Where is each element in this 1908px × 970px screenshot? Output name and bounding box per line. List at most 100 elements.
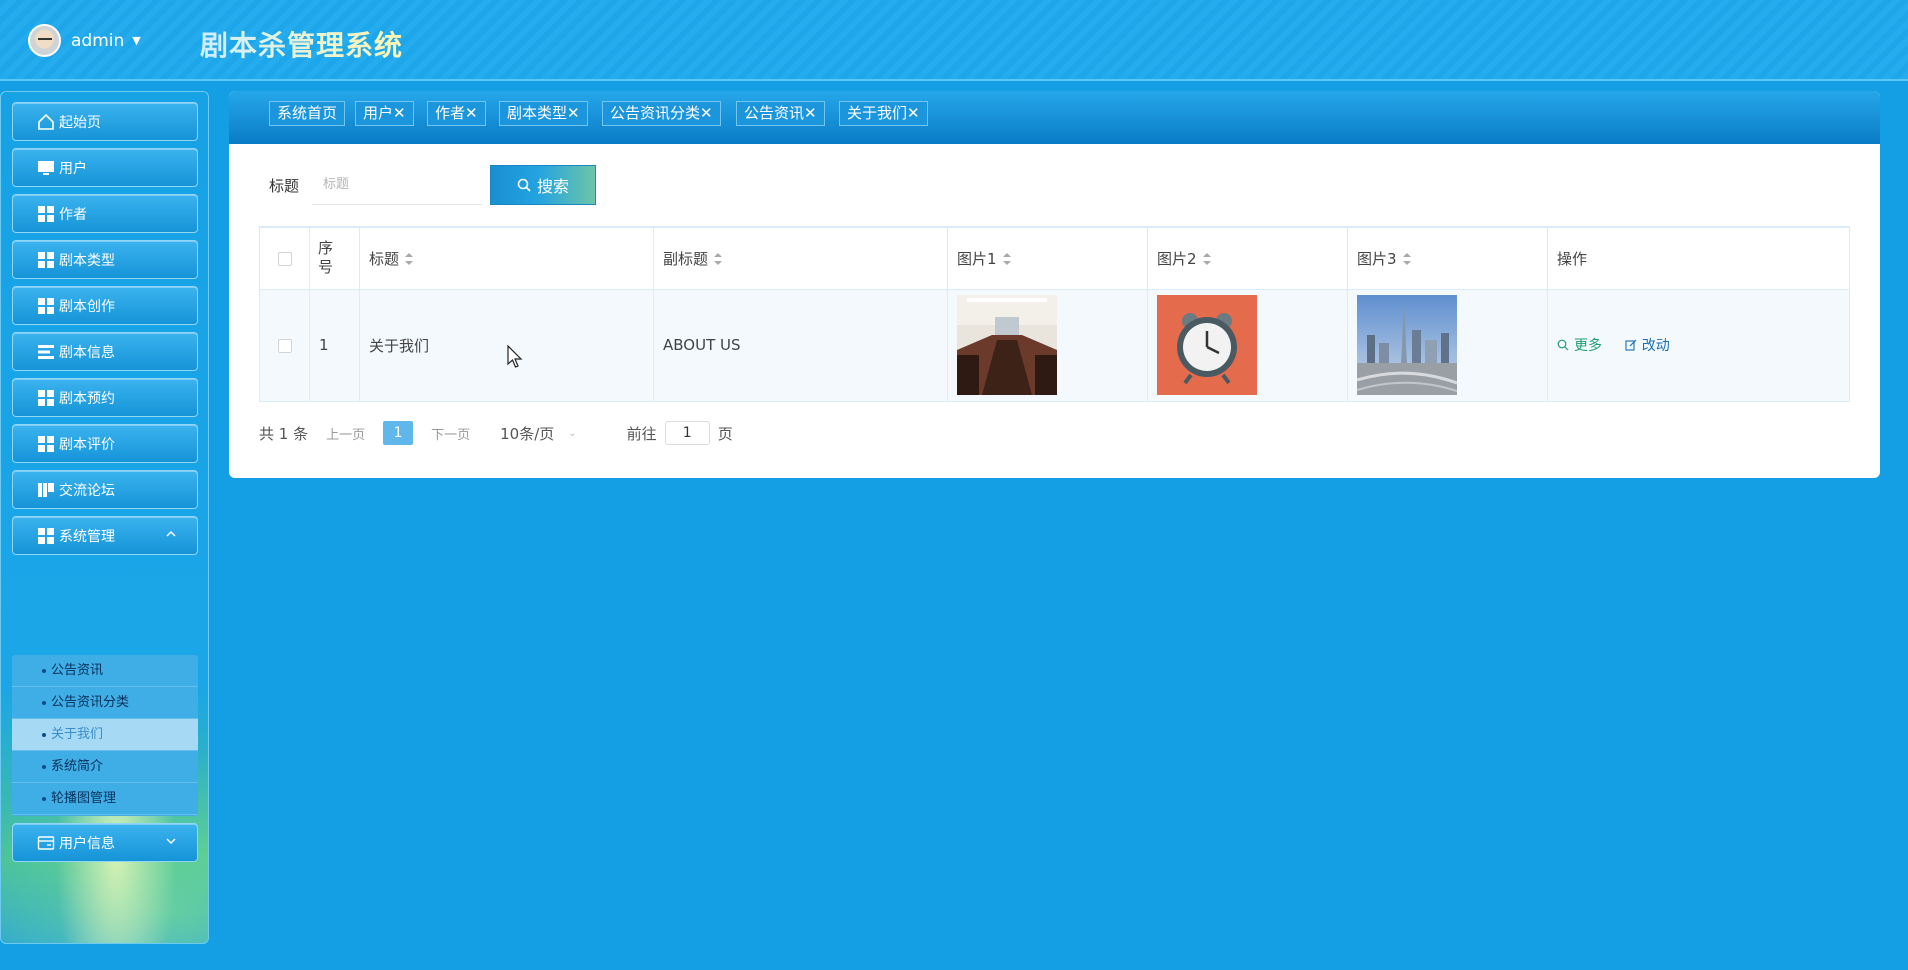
sort-icon[interactable] xyxy=(1402,253,1411,266)
caret-down-icon[interactable]: ▼ xyxy=(132,34,140,47)
cell-pic1 xyxy=(947,288,1148,402)
search-button-label: 搜索 xyxy=(536,177,569,196)
sidebar-item-label: 交流论坛 xyxy=(59,482,115,499)
page-size-select[interactable]: 10条/页 ⌄ xyxy=(500,423,577,444)
app-title: 剧本杀管理系统 xyxy=(200,24,403,64)
header-pic3[interactable]: 图片3 xyxy=(1347,226,1548,290)
sidebar-item-script-info[interactable]: 剧本信息 xyxy=(12,332,198,371)
search-button[interactable]: 搜索 xyxy=(490,165,596,205)
header-checkbox-cell xyxy=(259,226,310,290)
next-page-button[interactable]: 下一页 xyxy=(431,424,470,443)
user-menu[interactable]: admin ▼ xyxy=(28,24,141,57)
tab-script-types[interactable]: 剧本类型✕ xyxy=(499,101,588,126)
monitor-icon xyxy=(37,159,55,177)
sidebar-item-label: 用户 xyxy=(59,160,87,177)
pagination-total: 共 1 条 xyxy=(259,424,309,443)
tab-about-us[interactable]: 关于我们✕ xyxy=(839,101,928,126)
header-subtitle[interactable]: 副标题 xyxy=(653,226,948,290)
system-management-submenu: 公告资讯 公告资讯分类 关于我们 系统简介 轮播图管理 xyxy=(12,655,198,816)
sidebar-item-script-types[interactable]: 剧本类型 xyxy=(12,240,198,279)
submenu-item-carousel-management[interactable]: 轮播图管理 xyxy=(12,783,198,815)
sidebar-item-script-creation[interactable]: 剧本创作 xyxy=(12,286,198,325)
sidebar-item-label: 起始页 xyxy=(59,114,101,131)
sidebar-item-label: 剧本信息 xyxy=(59,344,115,361)
search-label: 标题 xyxy=(269,176,300,195)
edit-button[interactable]: 改动 xyxy=(1625,335,1670,355)
header-actions: 操作 xyxy=(1547,226,1850,290)
avatar[interactable] xyxy=(28,24,61,57)
grid-icon xyxy=(37,251,55,269)
chevron-down-icon[interactable] xyxy=(165,835,177,851)
sort-icon[interactable] xyxy=(714,253,723,266)
tab-authors[interactable]: 作者✕ xyxy=(427,101,486,126)
header-pic1[interactable]: 图片1 xyxy=(947,226,1148,290)
sidebar-item-script-booking[interactable]: 剧本预约 xyxy=(12,378,198,417)
sidebar: 起始页 用户 作者 剧本类型 剧本创作 剧本信息 剧本预约 剧本评价 交流论坛 … xyxy=(0,91,209,944)
header-title[interactable]: 标题 xyxy=(359,226,654,290)
pagination: 共 1 条 上一页 1 下一页 10条/页 ⌄ 前往 页 xyxy=(259,421,733,445)
cell-pic2 xyxy=(1147,288,1348,402)
submenu-item-system-intro[interactable]: 系统简介 xyxy=(12,751,198,783)
page-number-current[interactable]: 1 xyxy=(383,421,414,445)
grid-icon xyxy=(37,527,55,545)
table-header-row: 序号 标题 副标题 图片1 图片2 图片3 操作 xyxy=(259,226,1850,290)
sidebar-item-authors[interactable]: 作者 xyxy=(12,194,198,233)
sidebar-item-home[interactable]: 起始页 xyxy=(12,102,198,141)
book-icon xyxy=(37,481,55,499)
tab-announcements[interactable]: 公告资讯✕ xyxy=(736,101,825,126)
submenu-item-announcements[interactable]: 公告资讯 xyxy=(12,655,198,687)
header-pic2[interactable]: 图片2 xyxy=(1147,226,1348,290)
sidebar-item-label: 剧本预约 xyxy=(59,390,115,407)
row-checkbox[interactable] xyxy=(277,338,292,353)
select-all-checkbox[interactable] xyxy=(277,251,292,266)
grid-icon xyxy=(37,205,55,223)
submenu-item-announcement-categories[interactable]: 公告资讯分类 xyxy=(12,687,198,719)
conference-room-photo[interactable] xyxy=(957,295,1057,395)
sidebar-item-forum[interactable]: 交流论坛 xyxy=(12,470,198,509)
tab-home[interactable]: 系统首页 xyxy=(269,101,346,126)
sidebar-item-label: 剧本类型 xyxy=(59,252,115,269)
submenu-item-about-us[interactable]: 关于我们 xyxy=(12,719,198,751)
search-icon xyxy=(517,178,531,192)
search-bar: 标题 搜索 xyxy=(269,165,596,205)
chevron-up-icon[interactable] xyxy=(165,528,177,544)
page-jump: 前往 页 xyxy=(627,421,733,445)
edit-icon xyxy=(1625,339,1637,351)
alarm-clock-illustration[interactable] xyxy=(1157,295,1257,395)
data-table: 序号 标题 副标题 图片1 图片2 图片3 操作 1 关于我们 ABOUT US xyxy=(259,226,1850,402)
tab-users[interactable]: 用户✕ xyxy=(355,101,414,126)
username[interactable]: admin xyxy=(71,31,124,51)
main-panel: 系统首页 用户✕ 作者✕ 剧本类型✕ 公告资讯分类✕ 公告资讯✕ 关于我们✕ 标… xyxy=(229,91,1880,478)
card-icon xyxy=(37,834,55,852)
city-skyline-photo[interactable] xyxy=(1357,295,1457,395)
sort-icon[interactable] xyxy=(405,253,414,266)
mouse-cursor-icon xyxy=(507,344,523,369)
table-row: 1 关于我们 ABOUT US 更多 改动 xyxy=(259,288,1850,402)
list-icon xyxy=(37,343,55,361)
goto-page-input[interactable] xyxy=(664,421,710,445)
tab-announcement-categories[interactable]: 公告资讯分类✕ xyxy=(602,101,721,126)
sidebar-item-label: 用户信息 xyxy=(59,835,115,852)
sidebar-item-label: 系统管理 xyxy=(59,528,115,545)
goto-prefix: 前往 xyxy=(626,424,657,443)
header-index: 序号 xyxy=(309,226,360,290)
sidebar-item-label: 剧本创作 xyxy=(59,298,115,315)
sidebar-item-user-info[interactable]: 用户信息 xyxy=(12,823,198,862)
sidebar-item-users[interactable]: 用户 xyxy=(12,148,198,187)
cell-subtitle: ABOUT US xyxy=(653,288,948,402)
sidebar-item-label: 剧本评价 xyxy=(59,436,115,453)
grid-icon xyxy=(37,435,55,453)
chevron-down-icon: ⌄ xyxy=(568,427,577,439)
tab-bar: 系统首页 用户✕ 作者✕ 剧本类型✕ 公告资讯分类✕ 公告资讯✕ 关于我们✕ xyxy=(229,91,1880,144)
sort-icon[interactable] xyxy=(1202,253,1211,266)
cell-index: 1 xyxy=(309,288,360,402)
search-input[interactable] xyxy=(312,165,482,205)
sort-icon[interactable] xyxy=(1002,253,1011,266)
home-icon xyxy=(37,113,55,131)
more-button[interactable]: 更多 xyxy=(1557,335,1602,355)
goto-suffix: 页 xyxy=(717,424,733,443)
sidebar-item-system-management[interactable]: 系统管理 xyxy=(12,516,198,555)
prev-page-button[interactable]: 上一页 xyxy=(326,424,365,443)
sidebar-item-script-reviews[interactable]: 剧本评价 xyxy=(12,424,198,463)
top-header: admin ▼ 剧本杀管理系统 xyxy=(0,0,1908,81)
